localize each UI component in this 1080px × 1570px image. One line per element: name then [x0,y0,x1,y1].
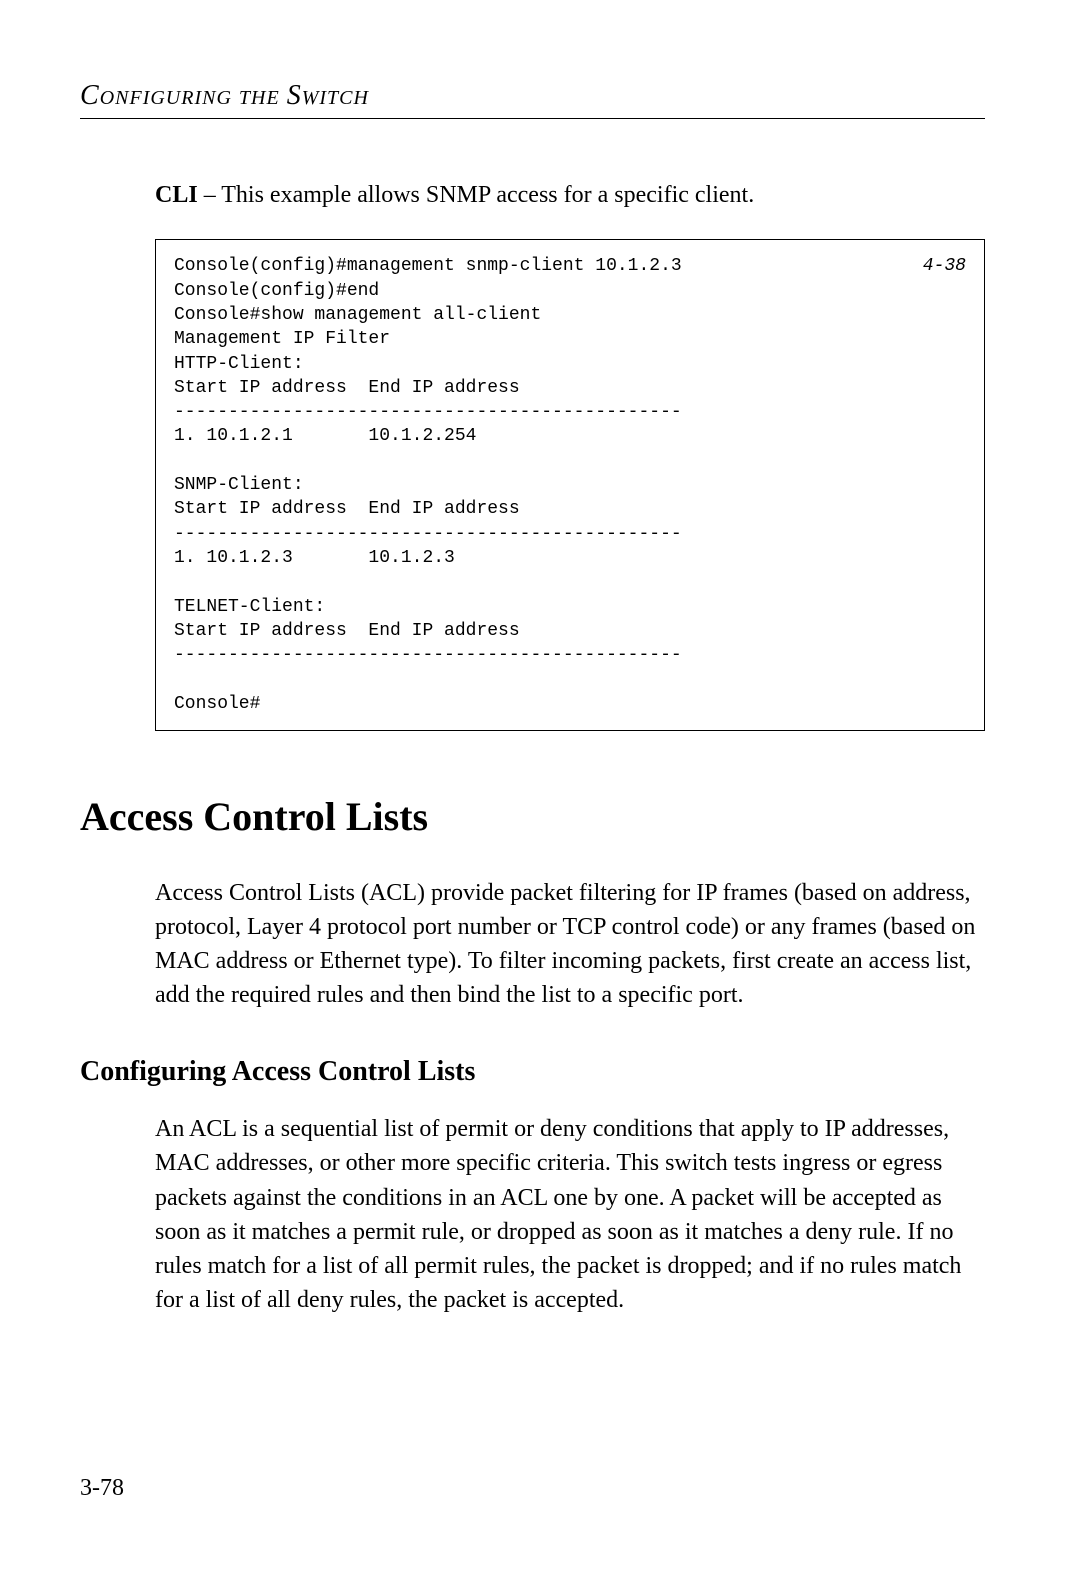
cli-intro: CLI – This example allows SNMP access fo… [155,179,985,211]
code-page-ref: 4-38 [923,254,966,278]
running-header: CONFIGURING tHE SWITCH [80,80,985,112]
cli-intro-text: – This example allows SNMP access for a … [198,182,755,208]
subheading-config-acl: Configuring Access Control Lists [80,1056,985,1088]
code-line1: Console(config)#management snmp-client 1… [174,256,682,276]
cli-code-block: Console(config)#management snmp-client 1… [155,239,985,731]
code-rest: Console(config)#end Console#show managem… [174,281,682,714]
acl-paragraph-2: An ACL is a sequential list of permit or… [155,1112,985,1316]
cli-intro-lead: CLI [155,182,198,208]
section-heading-acl: Access Control Lists [80,793,985,840]
acl-paragraph-1: Access Control Lists (ACL) provide packe… [155,876,985,1012]
running-header-text: CONFIGURING tHE SWITCH [80,84,369,110]
page: CONFIGURING tHE SWITCH CLI – This exampl… [0,0,1080,1570]
page-number: 3-78 [80,1475,124,1502]
header-rule [80,118,985,119]
